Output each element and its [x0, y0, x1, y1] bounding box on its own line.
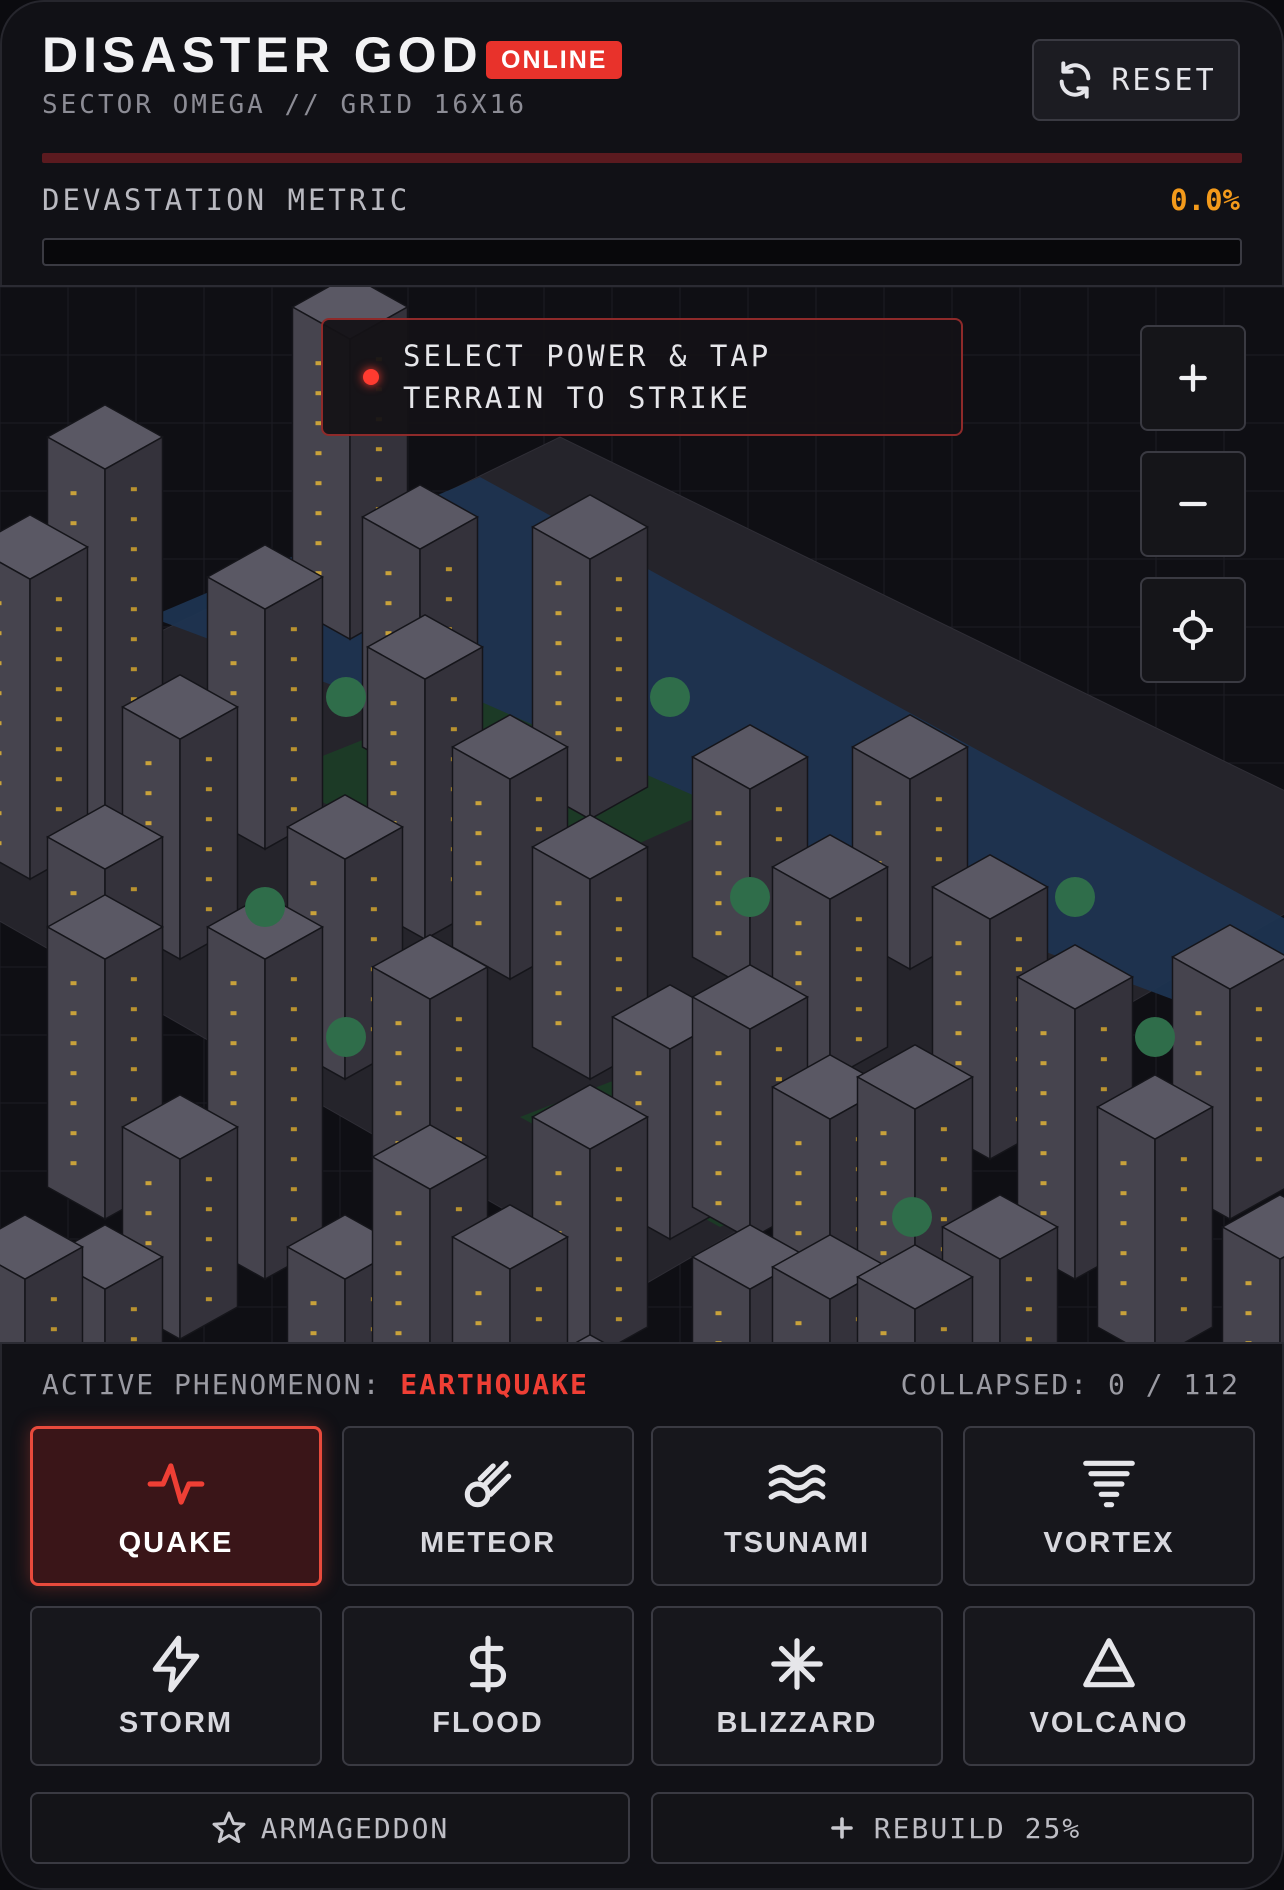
dollar-icon: [469, 1635, 507, 1692]
power-vortex-button[interactable]: VORTEX: [963, 1426, 1255, 1586]
metric-value: 0.0%: [1170, 183, 1240, 217]
app-title: DISASTER GOD: [42, 27, 483, 83]
power-label: QUAKE: [118, 1526, 234, 1559]
power-blizzard-button[interactable]: BLIZZARD: [651, 1606, 943, 1766]
sector-subtitle: SECTOR OMEGA // GRID 16X16: [42, 90, 527, 120]
armageddon-label: ARMAGEDDON: [260, 1811, 450, 1845]
active-phenomenon-label: ACTIVE PHENOMENON:: [42, 1368, 382, 1401]
zoom-in-button[interactable]: [1140, 325, 1246, 431]
reset-button[interactable]: RESET: [1032, 39, 1240, 121]
tornado-icon: [1083, 1460, 1135, 1507]
power-flood-button[interactable]: FLOOD: [342, 1606, 634, 1766]
crosshair-icon: [1173, 610, 1213, 650]
instruction-text: SELECT POWER & TAP TERRAIN TO STRIKE: [403, 339, 772, 415]
metric-label: DEVASTATION METRIC: [42, 183, 411, 217]
building[interactable]: [1095, 1073, 1215, 1342]
armageddon-button[interactable]: ARMAGEDDON: [30, 1792, 630, 1864]
devastation-progress-bar: [42, 238, 1242, 266]
power-meteor-button[interactable]: METEOR: [342, 1426, 634, 1586]
active-phenomenon: ACTIVE PHENOMENON: EARTHQUAKE: [42, 1368, 589, 1401]
city-map[interactable]: [0, 287, 1284, 1342]
alert-strip: [42, 153, 1242, 163]
activity-icon: [147, 1462, 205, 1505]
power-quake-button[interactable]: QUAKE: [30, 1426, 322, 1586]
app-frame: DISASTER GOD ONLINE SECTOR OMEGA // GRID…: [0, 0, 1284, 1890]
zoom-out-button[interactable]: [1140, 451, 1246, 557]
power-label: FLOOD: [432, 1706, 544, 1739]
power-label: VORTEX: [1043, 1526, 1175, 1559]
power-tsunami-button[interactable]: TSUNAMI: [651, 1426, 943, 1586]
collapsed-counter: COLLAPSED: 0 / 112: [900, 1368, 1240, 1401]
rebuild-label: REBUILD 25%: [873, 1811, 1082, 1845]
lightning-icon: [152, 1635, 200, 1692]
building[interactable]: [0, 1213, 85, 1342]
star-icon: [212, 1811, 246, 1843]
refresh-icon: [1060, 61, 1091, 99]
isometric-city[interactable]: [0, 287, 1284, 1342]
rebuild-button[interactable]: REBUILD 25%: [651, 1792, 1254, 1864]
triangle-icon: [1083, 1637, 1135, 1687]
meteor-icon: [464, 1460, 512, 1507]
power-label: STORM: [118, 1706, 234, 1739]
plus-icon: [1179, 364, 1207, 392]
minus-icon: [1179, 501, 1207, 507]
reset-label: RESET: [1111, 62, 1217, 98]
active-phenomenon-value: EARTHQUAKE: [400, 1368, 589, 1401]
power-label: TSUNAMI: [723, 1526, 871, 1559]
snowflake-icon: [771, 1637, 823, 1690]
panel-divider: [0, 1342, 1284, 1344]
status-badge: ONLINE: [486, 41, 623, 79]
power-label: BLIZZARD: [716, 1706, 878, 1739]
power-volcano-button[interactable]: VOLCANO: [963, 1606, 1255, 1766]
recenter-button[interactable]: [1140, 577, 1246, 683]
power-label: METEOR: [419, 1526, 557, 1559]
power-label: VOLCANO: [1029, 1706, 1189, 1739]
plus-icon: [830, 1817, 853, 1839]
power-storm-button[interactable]: STORM: [30, 1606, 322, 1766]
waves-icon: [768, 1464, 826, 1503]
live-dot-icon: [363, 369, 379, 385]
instruction-toast: SELECT POWER & TAP TERRAIN TO STRIKE: [321, 318, 963, 436]
